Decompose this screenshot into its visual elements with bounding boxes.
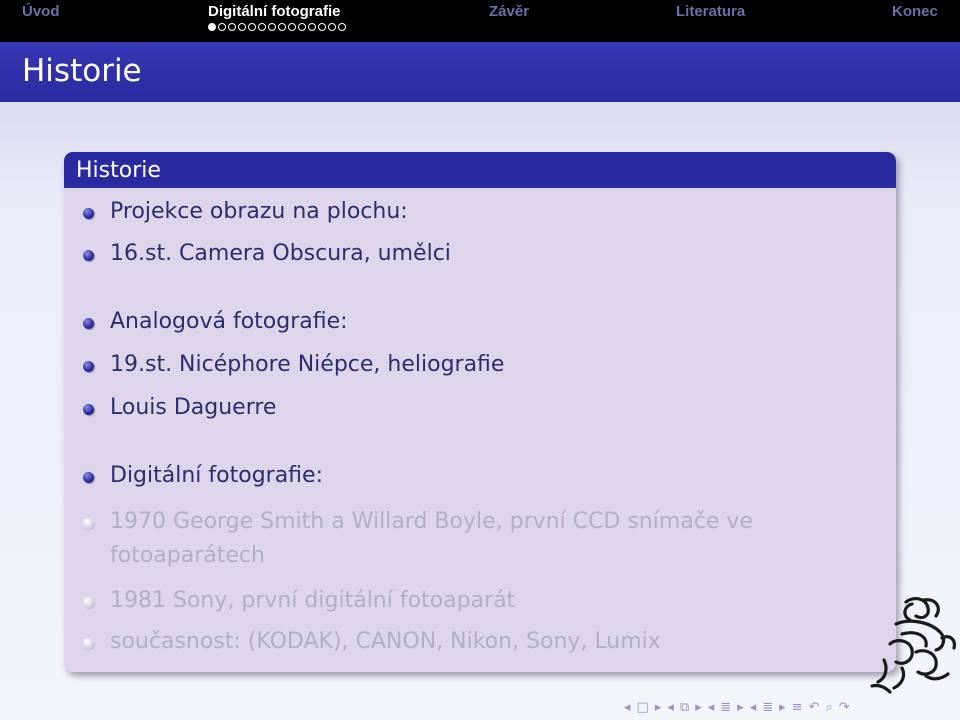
list-item-text: Projekce obrazu na plochu: — [110, 199, 408, 224]
bullet-icon — [83, 597, 94, 608]
subsection-dot[interactable] — [288, 23, 296, 31]
appendix-icon[interactable]: ≡ — [792, 700, 803, 715]
nav-section-uvod[interactable]: Úvod — [22, 3, 60, 20]
list-item-text: 1981 Sony, první digitální fotoaparát — [110, 588, 516, 613]
list-item: Projekce obrazu na plochu: — [83, 199, 408, 224]
subsection-dot[interactable] — [298, 23, 306, 31]
list-item-text: 16.st. Camera Obscura, umělci — [110, 241, 451, 266]
nav-section-konec[interactable]: Konec — [892, 3, 938, 20]
beamer-navigation-controls: ◂ □ ▸ ◂ ⧉ ▸ ◂ ≣ ▸ ◂ ≣ ▸ ≡ ↶ ⌕ ↷ — [624, 698, 850, 716]
nav-section-literatura[interactable]: Literatura — [676, 3, 745, 20]
subsection-dot[interactable] — [308, 23, 316, 31]
subsection-progress-dots — [208, 23, 346, 35]
list-item-text: Louis Daguerre — [110, 395, 277, 420]
next-frame-icon[interactable]: ▸ — [655, 700, 662, 715]
bullet-icon — [83, 638, 94, 649]
bullet-icon — [83, 250, 94, 261]
subsection-dot[interactable] — [318, 23, 326, 31]
list-item-text: Analogová fotografie: — [110, 309, 348, 334]
page-title: Historie — [22, 53, 142, 89]
subsection-dot[interactable] — [278, 23, 286, 31]
block-title: Historie — [64, 152, 896, 188]
list-item: Digitální fotografie: — [83, 463, 323, 488]
nav-section-zaver[interactable]: Závěr — [489, 3, 529, 20]
nav-section-digitalni-fotografie[interactable]: Digitální fotografie — [208, 3, 341, 20]
next-section-end-icon[interactable]: ▸ — [779, 700, 786, 715]
list-item: 1970 George Smith a Willard Boyle, první… — [83, 505, 870, 573]
bullet-icon — [83, 404, 94, 415]
forward-icon[interactable]: ↷ — [839, 700, 850, 715]
bullet-icon — [83, 361, 94, 372]
bullet-icon — [83, 472, 94, 483]
list-item: Louis Daguerre — [83, 395, 277, 420]
university-lion-logo — [870, 597, 956, 694]
list-item: 19.st. Nicéphore Niépce, heliografie — [83, 352, 505, 377]
prev-subsection-icon[interactable]: ◂ — [667, 700, 674, 715]
list-item-text: 19.st. Nicéphore Niépce, heliografie — [110, 352, 505, 377]
search-icon[interactable]: ⌕ — [825, 700, 832, 715]
list-item: Analogová fotografie: — [83, 309, 348, 334]
subsection-dot[interactable] — [218, 23, 226, 31]
subsection-dot[interactable] — [208, 23, 216, 31]
bullet-icon — [83, 518, 94, 529]
prev-frame-icon[interactable]: ◂ — [624, 700, 631, 715]
subsection-icon[interactable]: ⧉ — [680, 700, 689, 715]
subsection-dot[interactable] — [268, 23, 276, 31]
prev-section-icon[interactable]: ◂ — [708, 700, 715, 715]
back-icon[interactable]: ↶ — [809, 700, 820, 715]
subsection-dot[interactable] — [258, 23, 266, 31]
bullet-icon — [83, 318, 94, 329]
next-subsection-icon[interactable]: ▸ — [695, 700, 702, 715]
subsection-dot[interactable] — [248, 23, 256, 31]
subsection-dot[interactable] — [228, 23, 236, 31]
subsection-dot[interactable] — [238, 23, 246, 31]
subsection-dot[interactable] — [338, 23, 346, 31]
list-item-text: současnost: (KODAK), CANON, Nikon, Sony,… — [110, 629, 661, 654]
frame-icon[interactable]: □ — [637, 700, 649, 715]
bullet-icon — [83, 208, 94, 219]
prev-section-end-icon[interactable]: ◂ — [750, 700, 757, 715]
section-navigation-bar: Úvod Digitální fotografie Závěr Literatu… — [0, 0, 960, 42]
list-item-text: Digitální fotografie: — [110, 463, 323, 488]
subsection-dot[interactable] — [328, 23, 336, 31]
document-icon[interactable]: ≣ — [762, 700, 773, 715]
list-item: 16.st. Camera Obscura, umělci — [83, 241, 451, 266]
next-section-icon[interactable]: ▸ — [737, 700, 744, 715]
section-icon[interactable]: ≣ — [720, 700, 731, 715]
list-item: 1981 Sony, první digitální fotoaparát — [83, 588, 516, 613]
list-item-text: 1970 George Smith a Willard Boyle, první… — [110, 509, 753, 568]
frame-title-bar: Historie — [0, 42, 960, 102]
history-block: Historie Projekce obrazu na plochu: 16.s… — [64, 152, 896, 672]
list-item: současnost: (KODAK), CANON, Nikon, Sony,… — [83, 629, 661, 654]
